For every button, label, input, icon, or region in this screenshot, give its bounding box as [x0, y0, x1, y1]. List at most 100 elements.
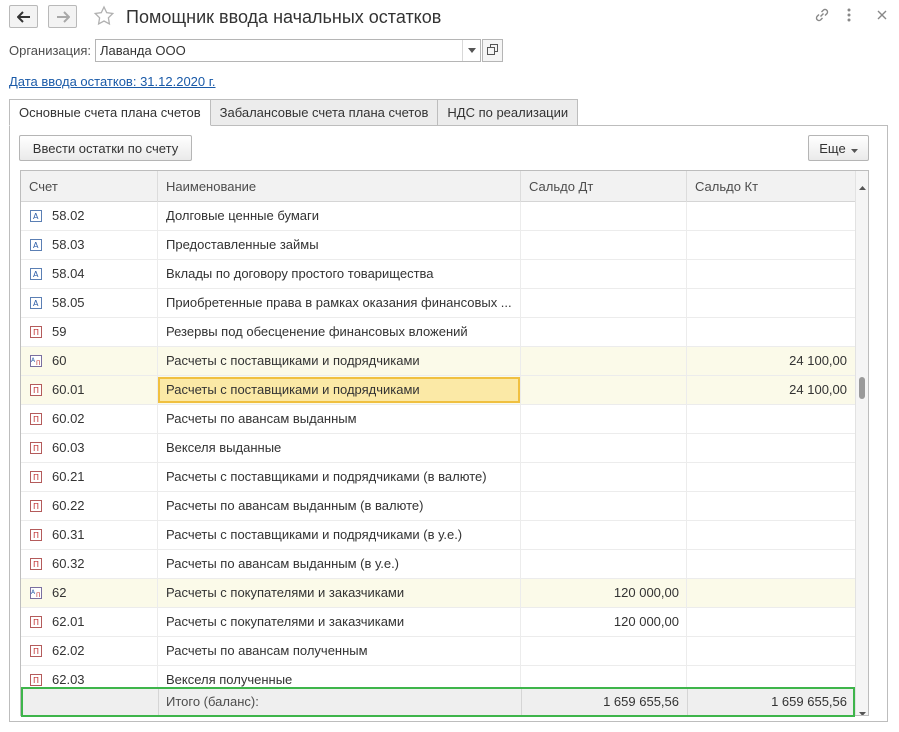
debit-cell[interactable]	[521, 550, 679, 578]
debit-cell[interactable]	[521, 492, 679, 520]
table-row[interactable]: П 60.01 Расчеты с поставщиками и подрядчик…	[21, 376, 856, 405]
debit-cell[interactable]	[521, 434, 679, 462]
name-cell[interactable]: Расчеты по авансам выданным	[166, 405, 521, 433]
name-cell[interactable]: Приобретенные права в рамках оказания фи…	[166, 289, 521, 317]
table-row[interactable]: П 60.22 Расчеты по авансам выданным (в вал…	[21, 492, 856, 521]
forward-button[interactable]	[48, 5, 77, 28]
credit-cell[interactable]	[687, 637, 847, 665]
account-cell[interactable]: 62.02	[52, 637, 152, 665]
account-cell[interactable]: 62	[52, 579, 152, 607]
account-cell[interactable]: 60.21	[52, 463, 152, 491]
back-button[interactable]	[9, 5, 38, 28]
account-cell[interactable]: 60.02	[52, 405, 152, 433]
tab-vat-on-sales[interactable]: НДС по реализации	[438, 99, 579, 126]
account-cell[interactable]: 59	[52, 318, 152, 346]
more-button[interactable]: Еще	[808, 135, 869, 161]
table-row[interactable]: П 59 Резервы под обесценение финансовых вл…	[21, 318, 856, 347]
debit-cell[interactable]: 120 000,00	[521, 608, 679, 636]
enter-balance-button[interactable]: Ввести остатки по счету	[19, 135, 192, 161]
tab-off-balance-accounts[interactable]: Забалансовые счета плана счетов	[210, 99, 439, 126]
credit-cell[interactable]	[687, 318, 847, 346]
table-row[interactable]: A 58.04 Вклады по договору простого товари…	[21, 260, 856, 289]
debit-cell[interactable]	[521, 260, 679, 288]
account-cell[interactable]: 58.05	[52, 289, 152, 317]
table-row[interactable]: A 58.02 Долговые ценные бумаги	[21, 202, 856, 231]
account-cell[interactable]: 60	[52, 347, 152, 375]
column-header-name[interactable]: Наименование	[158, 171, 521, 202]
name-cell[interactable]: Долговые ценные бумаги	[166, 202, 521, 230]
account-cell[interactable]: 58.02	[52, 202, 152, 230]
credit-cell[interactable]	[687, 608, 847, 636]
debit-cell[interactable]	[521, 202, 679, 230]
table-row[interactable]: П 60.03 Векселя выданные	[21, 434, 856, 463]
name-cell[interactable]: Расчеты по авансам выданным (в валюте)	[166, 492, 521, 520]
more-menu-icon[interactable]	[845, 6, 853, 27]
name-cell[interactable]: Расчеты с поставщиками и подрядчиками	[166, 376, 521, 404]
name-cell[interactable]: Расчеты с покупателями и заказчиками	[166, 608, 521, 636]
name-cell[interactable]: Расчеты по авансам полученным	[166, 637, 521, 665]
table-row[interactable]: A 58.03 Предоставленные займы	[21, 231, 856, 260]
credit-cell[interactable]	[687, 405, 847, 433]
account-cell[interactable]: 58.03	[52, 231, 152, 259]
credit-cell[interactable]	[687, 231, 847, 259]
credit-cell[interactable]	[687, 463, 847, 491]
name-cell[interactable]: Расчеты с поставщиками и подрядчиками (в…	[166, 463, 521, 491]
name-cell[interactable]: Векселя выданные	[166, 434, 521, 462]
table-row[interactable]: П 60.02 Расчеты по авансам выданным	[21, 405, 856, 434]
scrollbar-thumb[interactable]	[859, 377, 865, 399]
column-header-debit[interactable]: Сальдо Дт	[521, 171, 687, 202]
table-row[interactable]: П 62.01 Расчеты с покупателями и заказчика…	[21, 608, 856, 637]
credit-cell[interactable]	[687, 289, 847, 317]
account-cell[interactable]: 58.04	[52, 260, 152, 288]
debit-cell[interactable]	[521, 231, 679, 259]
debit-cell[interactable]	[521, 521, 679, 549]
account-cell[interactable]: 62.01	[52, 608, 152, 636]
credit-cell[interactable]: 24 100,00	[687, 376, 847, 404]
scroll-down-icon[interactable]	[859, 704, 866, 715]
debit-cell[interactable]: 120 000,00	[521, 579, 679, 607]
table-row[interactable]: П 60.31 Расчеты с поставщиками и подрядчик…	[21, 521, 856, 550]
name-cell[interactable]: Расчеты с покупателями и заказчиками	[166, 579, 521, 607]
open-organization-button[interactable]	[482, 39, 503, 62]
debit-cell[interactable]	[521, 347, 679, 375]
credit-cell[interactable]	[687, 434, 847, 462]
debit-cell[interactable]	[521, 318, 679, 346]
account-cell[interactable]: 60.03	[52, 434, 152, 462]
table-row[interactable]: A 58.05 Приобретенные права в рамках оказа…	[21, 289, 856, 318]
account-cell[interactable]: 60.32	[52, 550, 152, 578]
close-icon[interactable]	[875, 6, 889, 27]
account-cell[interactable]: 60.22	[52, 492, 152, 520]
name-cell[interactable]: Расчеты по авансам выданным (в у.е.)	[166, 550, 521, 578]
link-icon[interactable]	[813, 6, 831, 27]
tab-main-accounts[interactable]: Основные счета плана счетов	[9, 99, 211, 126]
name-cell[interactable]: Расчеты с поставщиками и подрядчиками	[166, 347, 521, 375]
column-header-account[interactable]: Счет	[21, 171, 158, 202]
table-row[interactable]: П 60.21 Расчеты с поставщиками и подрядчик…	[21, 463, 856, 492]
credit-cell[interactable]	[687, 521, 847, 549]
table-row[interactable]: A П 60 Расчеты с поставщиками и подрядчикам…	[21, 347, 856, 376]
credit-cell[interactable]	[687, 260, 847, 288]
balance-date-link[interactable]: Дата ввода остатков: 31.12.2020 г.	[9, 74, 216, 89]
dropdown-arrow-icon[interactable]	[462, 40, 480, 61]
name-cell[interactable]: Вклады по договору простого товарищества	[166, 260, 521, 288]
debit-cell[interactable]	[521, 405, 679, 433]
column-header-credit[interactable]: Сальдо Кт	[687, 171, 856, 202]
vertical-scrollbar[interactable]	[855, 171, 868, 715]
debit-cell[interactable]	[521, 289, 679, 317]
account-cell[interactable]: 60.31	[52, 521, 152, 549]
credit-cell[interactable]	[687, 550, 847, 578]
name-cell[interactable]: Расчеты с поставщиками и подрядчиками (в…	[166, 521, 521, 549]
scroll-up-icon[interactable]	[859, 178, 866, 193]
table-row[interactable]: П 60.32 Расчеты по авансам выданным (в у.е…	[21, 550, 856, 579]
credit-cell[interactable]	[687, 579, 847, 607]
organization-field[interactable]: Лаванда ООО	[95, 39, 481, 62]
name-cell[interactable]: Резервы под обесценение финансовых вложе…	[166, 318, 521, 346]
account-cell[interactable]: 60.01	[52, 376, 152, 404]
credit-cell[interactable]	[687, 492, 847, 520]
name-cell[interactable]: Предоставленные займы	[166, 231, 521, 259]
debit-cell[interactable]	[521, 637, 679, 665]
credit-cell[interactable]: 24 100,00	[687, 347, 847, 375]
debit-cell[interactable]	[521, 463, 679, 491]
table-row[interactable]: A П 62 Расчеты с покупателями и заказчиками…	[21, 579, 856, 608]
credit-cell[interactable]	[687, 202, 847, 230]
